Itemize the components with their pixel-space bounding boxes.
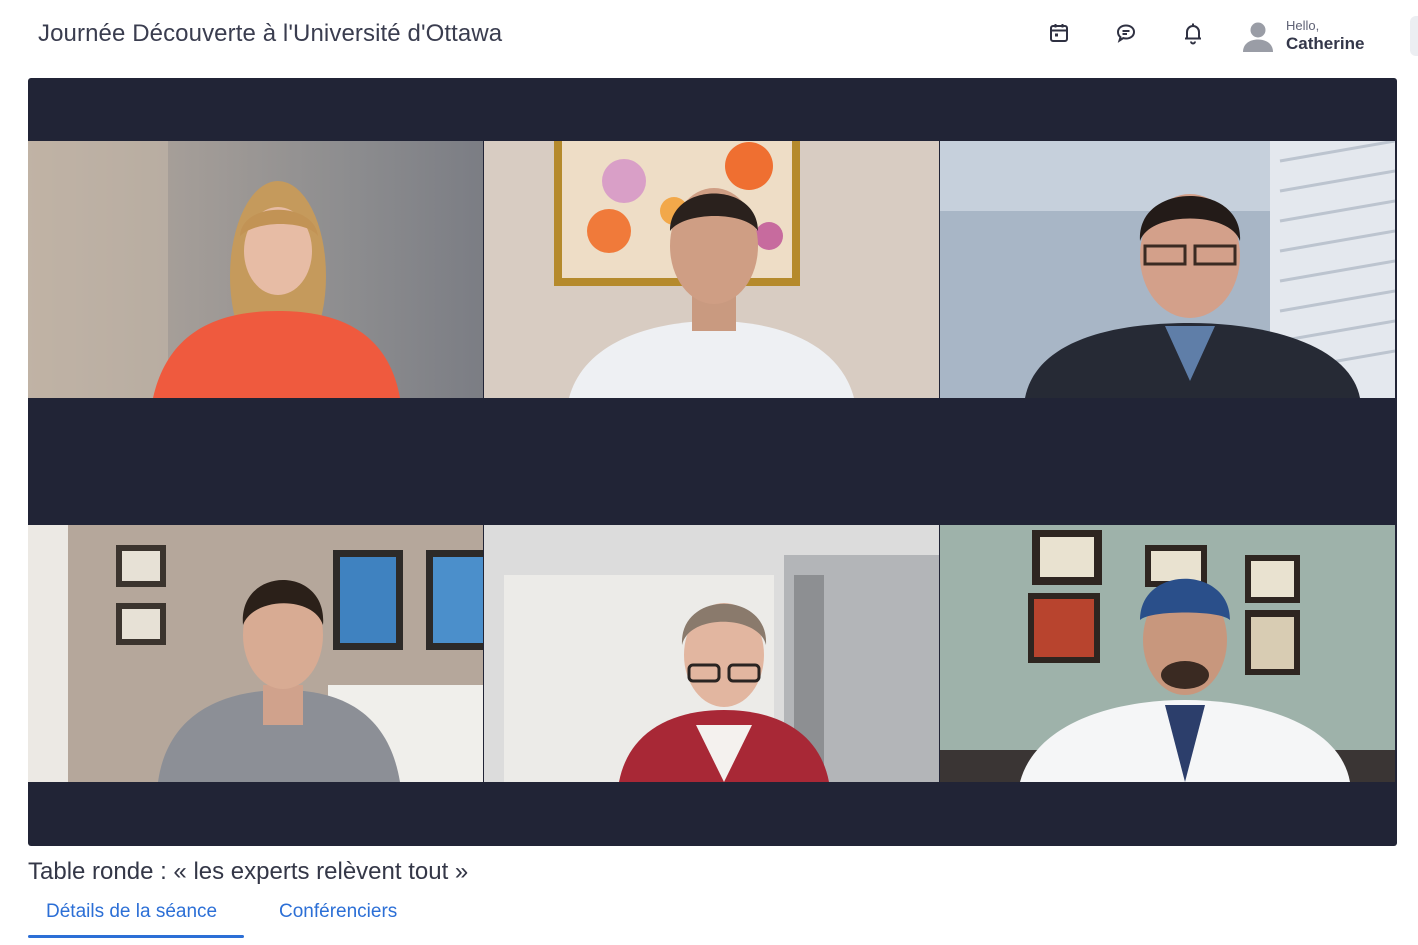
bell-icon[interactable] [1180, 20, 1206, 46]
active-tab-indicator [28, 935, 244, 938]
user-name: Catherine [1286, 33, 1365, 53]
tab-session-details[interactable]: Détails de la séance [46, 896, 217, 936]
session-title: Table ronde : « les experts relèvent tou… [28, 858, 469, 885]
top-header: Journée Découverte à l'Université d'Otta… [0, 0, 1418, 72]
user-greeting: Hello, [1286, 17, 1320, 33]
video-grid [28, 78, 1397, 846]
participant-video-tile[interactable] [484, 141, 939, 398]
calendar-icon[interactable] [1046, 20, 1072, 46]
user-avatar-icon [1243, 22, 1273, 52]
participant-video-tile[interactable] [940, 141, 1395, 398]
participant-video-tile[interactable] [28, 525, 483, 782]
participant-video-tile[interactable] [940, 525, 1395, 782]
event-title: Journée Découverte à l'Université d'Otta… [38, 20, 503, 47]
user-menu[interactable]: Hello, Catherine [1240, 14, 1364, 58]
tab-speakers[interactable]: Conférenciers [279, 896, 397, 936]
participant-video-tile[interactable] [484, 525, 939, 782]
side-panel-handle[interactable] [1410, 16, 1418, 56]
chat-icon[interactable] [1113, 20, 1139, 46]
participant-video-tile[interactable] [28, 141, 483, 398]
